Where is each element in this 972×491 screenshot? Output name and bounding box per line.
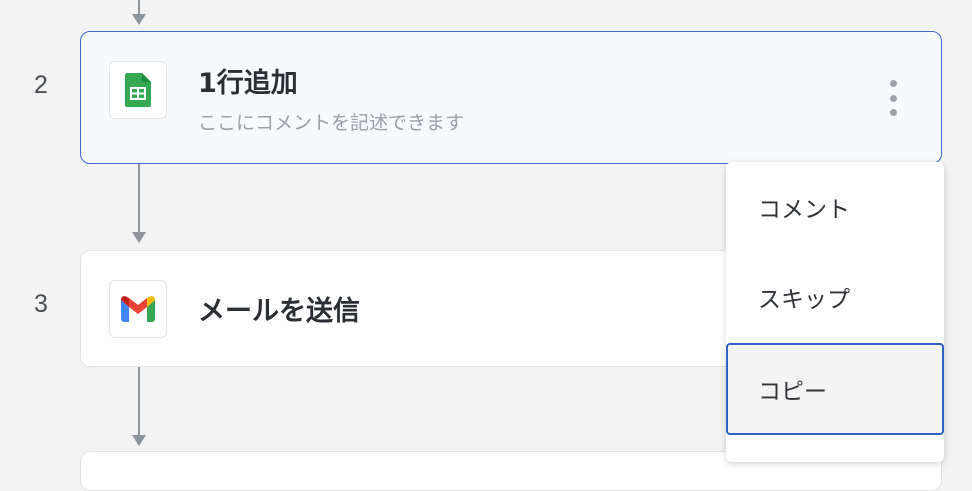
step-card-add-row[interactable]: 1行追加 ここにコメントを記述できます (80, 31, 942, 164)
gmail-icon (109, 280, 167, 338)
connector-line-3-4 (138, 367, 140, 435)
connector-arrow-3-4 (132, 435, 146, 446)
step-comment: ここにコメントを記述できます (198, 112, 465, 134)
menu-item-comment[interactable]: コメント (726, 162, 944, 252)
step-number: 2 (34, 71, 48, 99)
more-vertical-icon[interactable] (883, 80, 903, 116)
connector-arrow-top (132, 14, 146, 25)
menu-item-skip[interactable]: スキップ (726, 252, 944, 342)
step-context-menu: コメント スキップ コピー (726, 162, 944, 462)
step-title: メールを送信 (198, 296, 360, 327)
connector-line-2-3 (138, 164, 140, 232)
step-title: 1行追加 (198, 68, 298, 99)
menu-item-copy[interactable]: コピー (726, 343, 944, 435)
step-number: 3 (34, 290, 48, 318)
google-sheets-icon (109, 61, 167, 119)
connector-arrow-2-3 (132, 232, 146, 243)
